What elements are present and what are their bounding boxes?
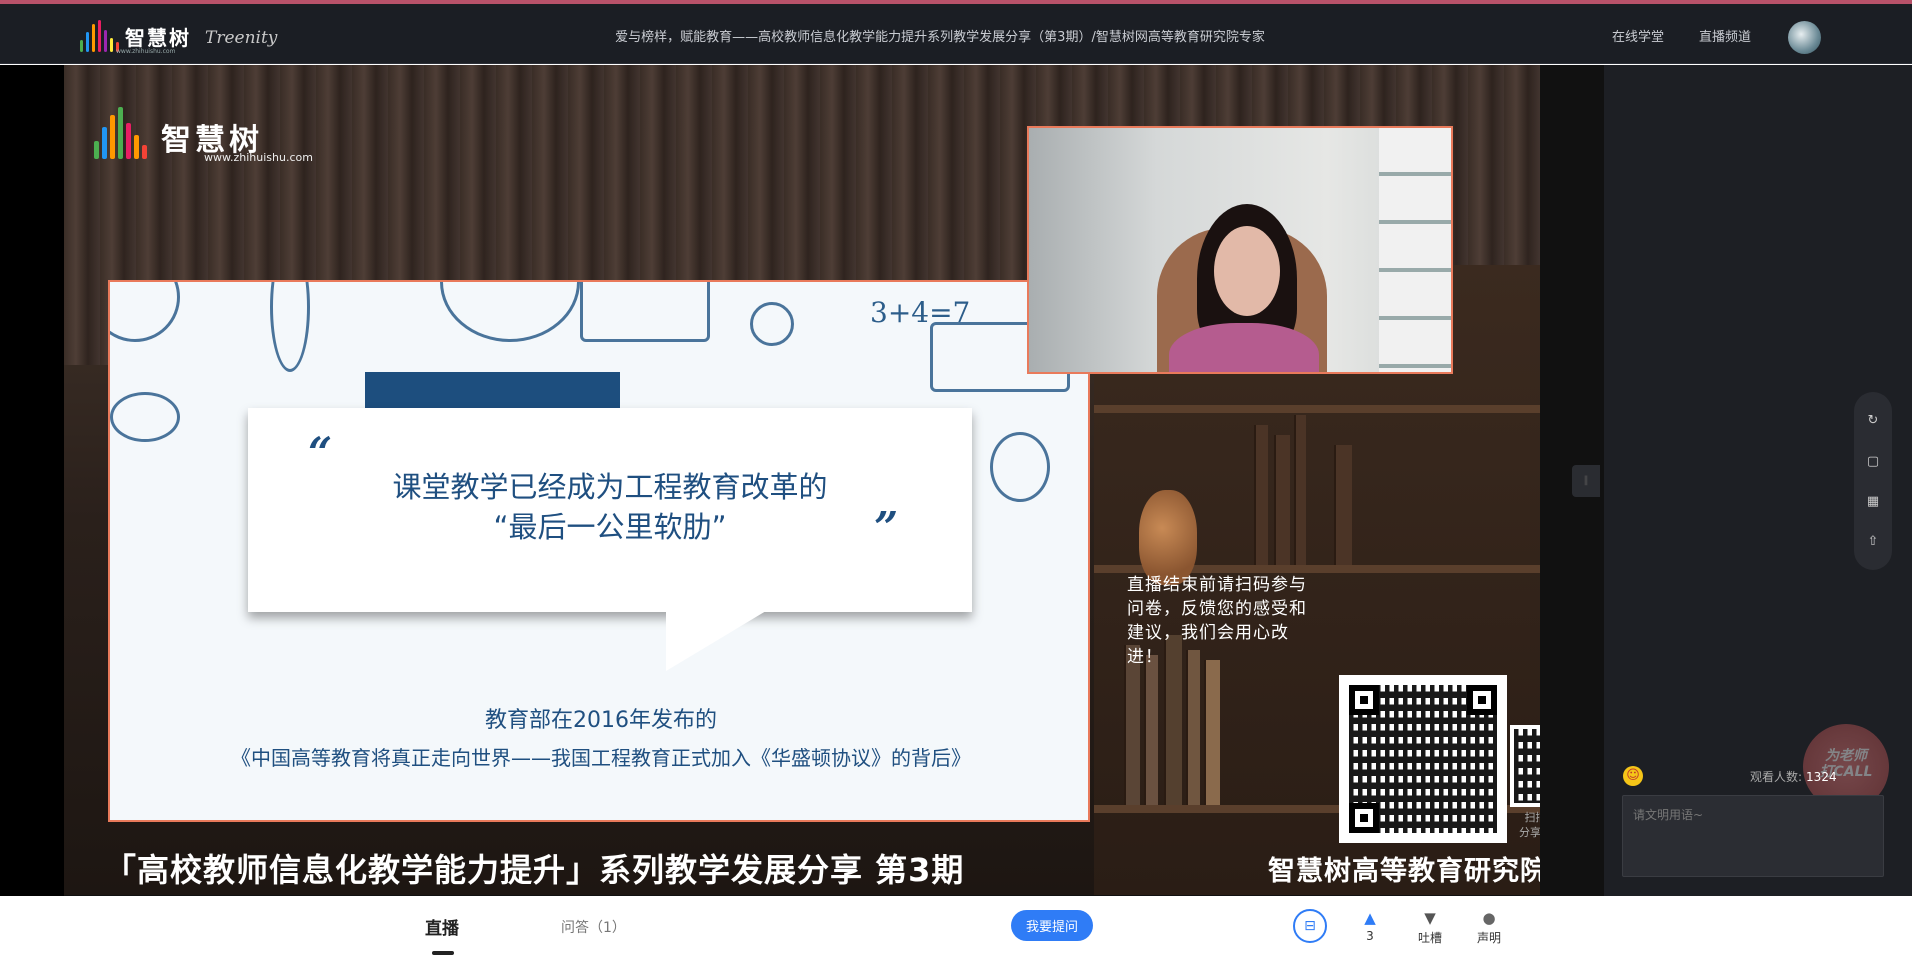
doodle-shape <box>110 282 180 342</box>
doodle-shape <box>750 302 794 346</box>
speaker-camera <box>1027 126 1453 374</box>
vase-decoration <box>1139 490 1197 585</box>
series-title: 「高校教师信息化教学能力提升」系列教学发展分享 第3期 <box>104 851 965 889</box>
refresh-icon[interactable]: ↻ <box>1863 411 1883 431</box>
thumbs-down-icon: ▼ <box>1424 909 1436 927</box>
book <box>1124 645 1140 805</box>
nav-live-channel[interactable]: 直播频道 <box>1699 26 1751 45</box>
user-avatar[interactable] <box>1788 21 1821 54</box>
viewer-count-value: 1324 <box>1806 770 1837 784</box>
bottom-bar <box>0 896 1912 956</box>
organizer-name: 智慧树高等教育研究院 <box>1268 856 1540 887</box>
tab-qa[interactable]: 问答（1） <box>561 917 626 937</box>
book <box>1274 435 1290 565</box>
speaker-face <box>1214 226 1280 316</box>
complain-label: 吐槽 <box>1417 931 1442 945</box>
doodle-shape <box>990 432 1050 502</box>
speaker-body <box>1169 323 1319 372</box>
statement-label: 声明 <box>1476 931 1501 945</box>
thumbs-up-icon: ▲ <box>1364 909 1376 927</box>
shelf-board <box>1094 405 1540 413</box>
complain-button[interactable]: ▼ 吐槽 <box>1410 907 1450 946</box>
doodle-shape <box>580 282 710 342</box>
bubble-line-2: “最后一公里软肋” <box>493 510 727 544</box>
like-button[interactable]: ▲ 3 <box>1350 907 1390 943</box>
share-qr-caption: 扫描二维码 分享给好友吧 <box>1504 810 1540 840</box>
viewer-count-label: 观看人数: <box>1750 770 1803 784</box>
doodle-shape <box>110 392 180 442</box>
logo-url: www.zhihuishu.com <box>116 48 176 55</box>
book <box>1186 650 1200 805</box>
page-title: 爱与榜样，赋能教育——高校教师信息化教学能力提升系列教学发展分享（第3期）/智慧… <box>615 30 1265 45</box>
nav-online-classroom[interactable]: 在线学堂 <box>1612 26 1664 45</box>
doodle-shape <box>440 282 580 342</box>
doodle-math: 3+4=7 <box>870 296 971 329</box>
book <box>1334 445 1352 565</box>
qr-finder <box>1349 803 1379 833</box>
ask-question-button[interactable]: 我要提问 <box>1011 910 1093 941</box>
share-qr-code[interactable] <box>1510 725 1540 807</box>
gift-icon[interactable]: ⊟ <box>1293 909 1327 943</box>
share-caption-line: 扫描二维码 <box>1524 811 1541 824</box>
video-logo-url: www.zhihuishu.com <box>204 151 313 164</box>
bubble-tail <box>666 611 766 671</box>
quote-bubble: “ 课堂教学已经成为工程教育改革的 “最后一公里软肋” ” <box>248 408 972 612</box>
qr-grid-icon[interactable]: ▦ <box>1863 492 1883 512</box>
player-toolbar: ↻ ▢ ▦ ⇧ <box>1854 392 1892 570</box>
live-video[interactable]: 智慧树 www.zhihuishu.com 3+4=7 “ 课堂教学已经成为工程… <box>64 65 1540 895</box>
qr-finder <box>1467 685 1497 715</box>
logo-bars-icon <box>80 20 119 52</box>
viewer-count: 观看人数: 1324 <box>1750 768 1837 785</box>
qr-finder <box>1349 685 1379 715</box>
doodle-shape <box>270 282 310 372</box>
back-to-top-icon[interactable]: ⇧ <box>1863 532 1883 552</box>
panel-collapse-handle[interactable]: ‖ <box>1572 465 1600 497</box>
slide-subtitle: 教育部在2016年发布的 <box>485 708 717 733</box>
active-tab-indicator <box>432 951 454 955</box>
book <box>1294 415 1306 565</box>
site-logo[interactable]: 智慧树 www.zhihuishu.com Treenity <box>80 18 278 55</box>
camera-shelf <box>1379 128 1451 372</box>
tab-live[interactable]: 直播 <box>425 914 459 939</box>
cheer-line: 为老师 <box>1825 748 1867 764</box>
video-logo: 智慧树 www.zhihuishu.com <box>94 107 313 164</box>
top-header: 智慧树 www.zhihuishu.com Treenity 爱与榜样，赋能教育… <box>0 4 1912 64</box>
qr-pattern <box>1514 729 1540 803</box>
feedback-icon[interactable]: ▢ <box>1863 452 1883 472</box>
book <box>1204 660 1220 805</box>
book <box>1144 655 1158 805</box>
info-icon: ● <box>1482 909 1496 927</box>
bubble-line-1: 课堂教学已经成为工程教育改革的 <box>392 470 828 504</box>
slide-reference: 《中国高等教育将真正走向世界——我国工程教育正式加入《华盛顿协议》的背后》 <box>231 746 971 770</box>
survey-qr-code <box>1339 675 1507 843</box>
logo-treenity: Treenity <box>205 28 278 48</box>
statement-button[interactable]: ● 声明 <box>1469 907 1509 946</box>
share-caption-line: 分享给好友吧 <box>1519 826 1540 839</box>
chat-input[interactable] <box>1622 795 1884 877</box>
presentation-slide: 3+4=7 “ 课堂教学已经成为工程教育改革的 “最后一公里软肋” ” 教育部在… <box>108 280 1090 822</box>
logo-bars-icon <box>94 107 147 159</box>
smile-emoji-icon[interactable]: ☺ <box>1623 766 1643 786</box>
left-gutter <box>0 65 64 896</box>
survey-prompt: 直播结束前请扫码参与问卷，反馈您的感受和建议，我们会用心改进！ <box>1127 575 1307 667</box>
like-count: 3 <box>1366 929 1374 943</box>
book <box>1254 425 1268 565</box>
quote-close: ” <box>874 503 899 552</box>
